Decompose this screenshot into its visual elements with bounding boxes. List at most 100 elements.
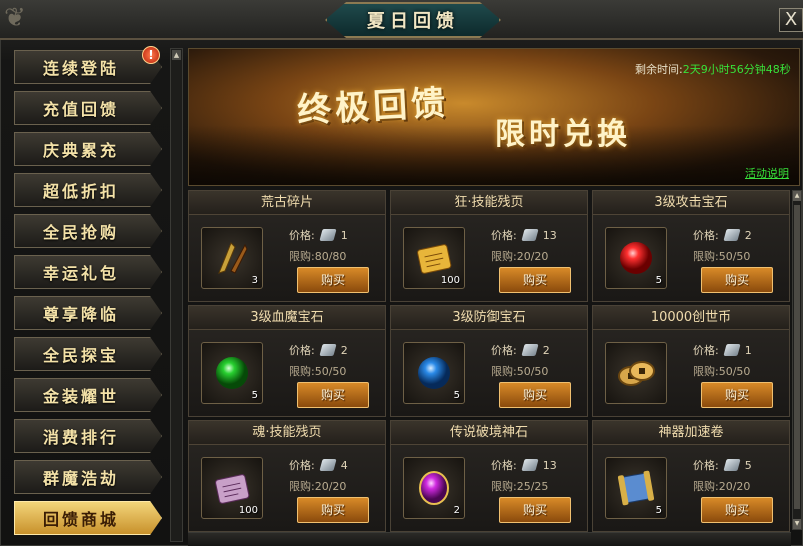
scrollbar-thumb[interactable] <box>794 205 800 509</box>
blue-gem-icon <box>418 357 450 389</box>
buy-button[interactable]: 购买 <box>499 497 571 523</box>
sidebar-item-treasure-hunt[interactable]: 全民探宝 <box>14 337 162 371</box>
shop-item-card: 荒古碎片 3 价格: 1 限购:80/80 购买 <box>188 190 386 302</box>
sidebar-item-lucky-pack[interactable]: 幸运礼包 <box>14 255 162 289</box>
shop-item-card: 狂·技能残页 100 价格: 13 限购:20/20 购买 <box>390 190 588 302</box>
sidebar-item-spending-rank[interactable]: 消费排行 <box>14 419 162 453</box>
scroll-up-icon[interactable]: ▲ <box>172 50 181 60</box>
green-gem-icon <box>216 357 248 389</box>
close-button[interactable]: X <box>779 8 803 32</box>
countdown-timer: 剩余时间:2天9小时56分钟48秒 <box>635 61 791 77</box>
title-bar: ❦ 夏日回馈 X <box>0 0 803 40</box>
item-slot[interactable] <box>605 342 667 404</box>
title-plaque: 夏日回馈 <box>325 2 501 38</box>
currency-icon <box>521 459 539 471</box>
item-price: 1 <box>744 344 752 357</box>
currency-icon <box>319 229 337 241</box>
item-slot[interactable]: 2 <box>403 457 465 519</box>
item-limit: 50/50 <box>314 365 347 378</box>
item-slot[interactable]: 5 <box>605 227 667 289</box>
buy-button[interactable]: 购买 <box>499 267 571 293</box>
item-limit: 50/50 <box>516 365 549 378</box>
limit-row: 限购:80/80 <box>289 248 346 264</box>
limit-row: 限购:50/50 <box>693 248 750 264</box>
sidebar-item-flash-sale[interactable]: 全民抢购 <box>14 214 162 248</box>
item-slot[interactable]: 5 <box>605 457 667 519</box>
item-name: 传说破境神石 <box>391 421 587 445</box>
price-row: 价格: 5 <box>693 457 752 473</box>
alert-icon: ! <box>142 46 160 64</box>
item-price: 1 <box>340 229 348 242</box>
sidebar-item-feedback-mall[interactable]: 回馈商城 <box>14 501 162 535</box>
sidebar-item-label: 回馈商城 <box>42 510 119 529</box>
item-limit: 20/20 <box>516 250 549 263</box>
limit-label: 限购: <box>693 365 719 378</box>
item-limit: 20/20 <box>718 480 751 493</box>
item-slot[interactable]: 5 <box>403 342 465 404</box>
sidebar-item-label: 幸运礼包 <box>42 264 119 283</box>
sidebar-item-celebration-recharge[interactable]: 庆典累充 <box>14 132 162 166</box>
item-slot[interactable]: 100 <box>403 227 465 289</box>
shop-grid: 荒古碎片 3 价格: 1 限购:80/80 购买 狂·技能残页 100 价格: 13… <box>188 190 791 532</box>
sidebar-item-recharge-feedback[interactable]: 充值回馈 <box>14 91 162 125</box>
price-label: 价格: <box>491 229 517 242</box>
sidebar-item-demon-catastrophe[interactable]: 群魔浩劫 <box>14 460 162 494</box>
item-limit: 25/25 <box>516 480 549 493</box>
buy-button[interactable]: 购买 <box>297 382 369 408</box>
limit-row: 限购:20/20 <box>289 478 346 494</box>
price-label: 价格: <box>693 344 719 357</box>
limit-label: 限购: <box>289 480 315 493</box>
price-row: 价格: 2 <box>491 342 550 358</box>
scroll-icon <box>617 470 655 506</box>
item-slot[interactable]: 100 <box>201 457 263 519</box>
item-name: 魂·技能残页 <box>189 421 385 445</box>
sidebar-item-super-discount[interactable]: 超低折扣 <box>14 173 162 207</box>
timer-value: 2天9小时56分钟48秒 <box>682 63 791 76</box>
buy-button[interactable]: 购买 <box>499 382 571 408</box>
shop-item-card: 3级血魔宝石 5 价格: 2 限购:50/50 购买 <box>188 305 386 417</box>
limit-row: 限购:50/50 <box>693 363 750 379</box>
sidebar-item-consecutive-login[interactable]: 连续登陆 <box>14 50 162 84</box>
price-row: 价格: 2 <box>289 342 348 358</box>
coin-icon <box>618 361 655 386</box>
item-name: 10000创世币 <box>593 306 789 330</box>
sidebar-item-label: 超低折扣 <box>42 182 119 201</box>
sidebar-item-vip-arrival[interactable]: 尊享降临 <box>14 296 162 330</box>
limit-label: 限购: <box>289 250 315 263</box>
buy-button[interactable]: 购买 <box>297 267 369 293</box>
ancient-fragment-icon <box>218 242 248 274</box>
item-name: 荒古碎片 <box>189 191 385 215</box>
event-description-link[interactable]: 活动说明 <box>745 165 789 181</box>
limit-label: 限购: <box>491 250 517 263</box>
scroll-up-icon[interactable]: ▲ <box>793 191 801 201</box>
shop-scrollbar[interactable]: ▲ ▼ <box>792 190 802 530</box>
shop-item-card: 3级攻击宝石 5 价格: 2 限购:50/50 购买 <box>592 190 790 302</box>
item-slot[interactable]: 3 <box>201 227 263 289</box>
currency-icon <box>319 344 337 356</box>
buy-button[interactable]: 购买 <box>297 497 369 523</box>
sidebar-item-label: 全民探宝 <box>42 346 119 365</box>
price-label: 价格: <box>289 344 315 357</box>
buy-button[interactable]: 购买 <box>701 497 773 523</box>
limit-label: 限购: <box>693 480 719 493</box>
sidebar-item-gold-gear[interactable]: 金装耀世 <box>14 378 162 412</box>
banner-title: 终极回馈 <box>296 83 451 131</box>
buy-button[interactable]: 购买 <box>701 382 773 408</box>
sidebar-scrollbar[interactable]: ▲ <box>170 48 183 542</box>
item-limit: 20/20 <box>314 480 347 493</box>
item-count: 3 <box>251 275 258 286</box>
item-name: 3级防御宝石 <box>391 306 587 330</box>
item-slot[interactable]: 5 <box>201 342 263 404</box>
timer-label: 剩余时间: <box>635 63 683 76</box>
buy-button[interactable]: 购买 <box>701 267 773 293</box>
price-label: 价格: <box>491 459 517 472</box>
soul-page-icon <box>215 474 250 504</box>
item-name: 神器加速卷 <box>593 421 789 445</box>
item-limit: 50/50 <box>718 365 751 378</box>
limit-label: 限购: <box>491 365 517 378</box>
price-label: 价格: <box>289 229 315 242</box>
scroll-down-icon[interactable]: ▼ <box>793 519 801 529</box>
sidebar-item-label: 全民抢购 <box>42 223 119 242</box>
price-row: 价格: 1 <box>693 342 752 358</box>
limit-row: 限购:20/20 <box>491 248 548 264</box>
